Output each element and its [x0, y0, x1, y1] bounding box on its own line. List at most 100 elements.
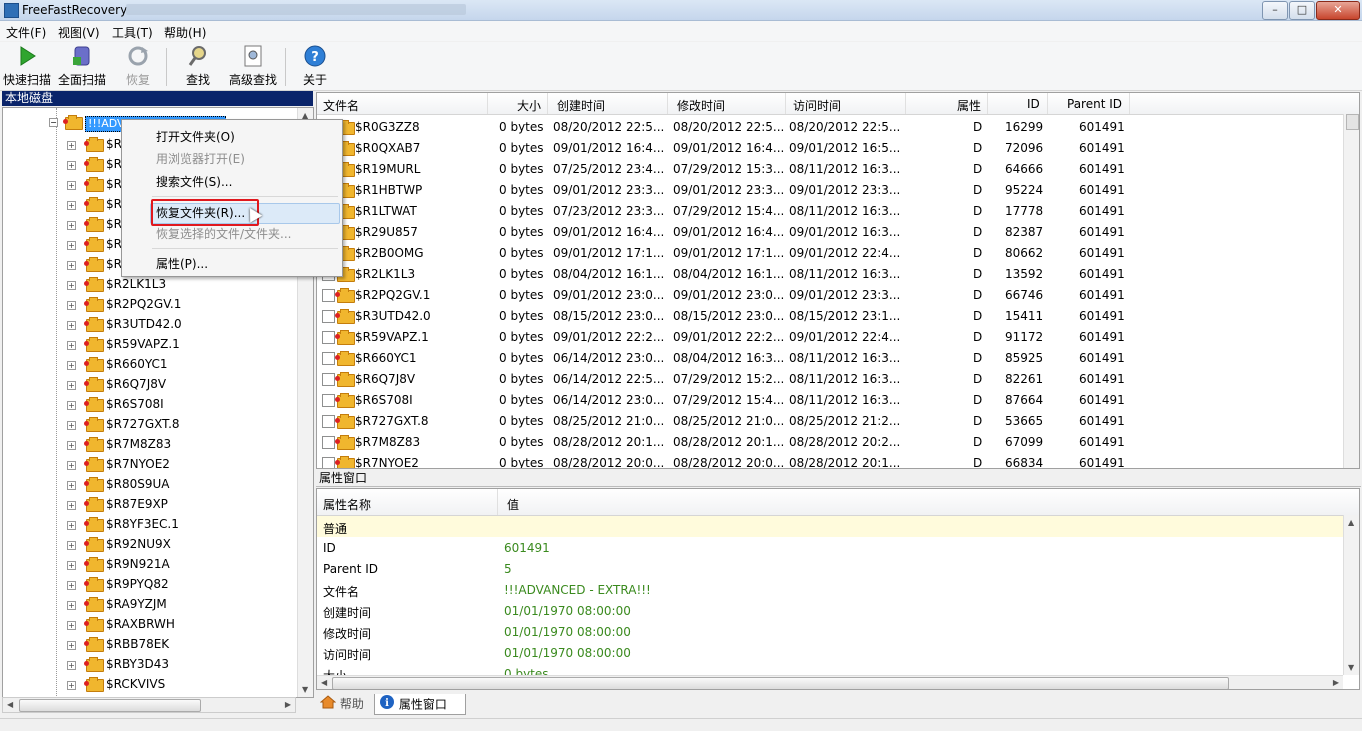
expand-toggle[interactable]: + [67, 181, 76, 190]
column-header[interactable]: 文件名 [323, 97, 359, 114]
scroll-thumb[interactable] [19, 699, 201, 712]
tab-help[interactable]: 帮助 [319, 694, 376, 714]
tree-item[interactable]: + $R92NU9X [3, 535, 298, 555]
tree-item[interactable]: + $RA9YZJM [3, 595, 298, 615]
expand-toggle[interactable]: + [67, 141, 76, 150]
expand-toggle[interactable]: + [67, 681, 76, 690]
scroll-thumb[interactable] [332, 677, 1229, 689]
ctx-open-folder[interactable]: 打开文件夹(O) [156, 128, 235, 145]
expand-toggle[interactable]: + [67, 381, 76, 390]
expand-toggle[interactable]: + [67, 241, 76, 250]
expand-toggle[interactable]: + [67, 341, 76, 350]
file-row[interactable]: $R2B0OMG 0 bytes 09/01/2012 17:1... 09/01/2… [317, 242, 1343, 263]
file-row[interactable]: $R3UTD42.0 0 bytes 08/15/2012 23:0... 08/15… [317, 305, 1343, 326]
tree-item[interactable]: + $R2LK1L3 [3, 275, 298, 295]
expand-toggle[interactable]: + [67, 161, 76, 170]
tree-item[interactable]: + $R3UTD42.0 [3, 315, 298, 335]
expand-toggle[interactable]: + [67, 481, 76, 490]
tree-horizontal-scrollbar[interactable]: ◀ ▶ [2, 697, 296, 713]
file-row[interactable]: $R7M8Z83 0 bytes 08/28/2012 20:1... 08/28/2… [317, 431, 1343, 452]
close-button[interactable]: ✕ [1316, 1, 1360, 20]
expand-toggle[interactable]: + [67, 521, 76, 530]
ctx-recover-selected[interactable]: 恢复选择的文件/文件夹... [156, 225, 292, 242]
expand-toggle[interactable]: + [67, 661, 76, 670]
advanced-find-button[interactable]: 高级查找 [226, 44, 280, 88]
menu-help[interactable]: 帮助(H) [164, 24, 206, 41]
col-property-name[interactable]: 属性名称 [323, 496, 371, 513]
file-row[interactable]: $R19MURL 0 bytes 07/25/2012 23:4... 07/29/2… [317, 158, 1343, 179]
expand-toggle[interactable]: + [67, 461, 76, 470]
column-header[interactable]: 大小 [517, 97, 541, 114]
property-row[interactable]: 修改时间 01/01/1970 08:00:00 [317, 621, 1343, 642]
expand-toggle[interactable]: + [67, 261, 76, 270]
tree-item[interactable]: + $R660YC1 [3, 355, 298, 375]
file-row[interactable]: $R0G3ZZ8 0 bytes 08/20/2012 22:5... 08/20/2… [317, 116, 1343, 137]
property-row[interactable]: 访问时间 01/01/1970 08:00:00 [317, 642, 1343, 663]
ctx-properties[interactable]: 属性(P)... [156, 255, 208, 272]
quick-scan-button[interactable]: 快速扫描 [2, 44, 52, 88]
expand-toggle[interactable]: + [67, 221, 76, 230]
tree-item[interactable]: + $R2PQ2GV.1 [3, 295, 298, 315]
row-checkbox[interactable] [322, 436, 335, 449]
tree-item[interactable]: + $R59VAPZ.1 [3, 335, 298, 355]
column-header[interactable]: 属性 [957, 97, 981, 114]
column-header[interactable]: 访问时间 [793, 97, 841, 114]
row-checkbox[interactable] [322, 457, 335, 468]
file-row[interactable]: $R2LK1L3 0 bytes 08/04/2012 16:1... 08/04/2… [317, 263, 1343, 284]
expand-toggle[interactable]: + [67, 281, 76, 290]
expand-toggle[interactable]: + [67, 301, 76, 310]
col-property-value[interactable]: 值 [507, 496, 519, 513]
property-row[interactable]: Parent ID 5 [317, 558, 1343, 579]
row-checkbox[interactable] [322, 310, 335, 323]
property-row[interactable]: 创建时间 01/01/1970 08:00:00 [317, 600, 1343, 621]
menu-view[interactable]: 视图(V) [58, 24, 100, 41]
expand-toggle[interactable]: + [67, 641, 76, 650]
row-checkbox[interactable] [322, 331, 335, 344]
tree-item[interactable]: + $R8YF3EC.1 [3, 515, 298, 535]
tree-item[interactable]: + $R7NYOE2 [3, 455, 298, 475]
ctx-search-files[interactable]: 搜索文件(S)... [156, 173, 232, 190]
menu-tools[interactable]: 工具(T) [112, 24, 153, 41]
recover-button[interactable]: 恢复 [118, 44, 158, 88]
file-row[interactable]: $R2PQ2GV.1 0 bytes 09/01/2012 23:0... 09/01… [317, 284, 1343, 305]
column-header[interactable]: Parent ID [1067, 97, 1122, 111]
row-checkbox[interactable] [322, 415, 335, 428]
column-header[interactable]: ID [1027, 97, 1040, 111]
expand-toggle[interactable]: + [67, 501, 76, 510]
expand-toggle[interactable]: + [67, 541, 76, 550]
tab-properties[interactable]: i 属性窗口 [374, 694, 466, 715]
menu-file[interactable]: 文件(F) [6, 24, 46, 41]
row-checkbox[interactable] [322, 289, 335, 302]
file-row[interactable]: $R660YC1 0 bytes 06/14/2012 23:0... 08/04/2… [317, 347, 1343, 368]
tree-item[interactable]: + $R9N921A [3, 555, 298, 575]
about-button[interactable]: ? 关于 [298, 44, 332, 88]
expand-toggle[interactable]: + [67, 621, 76, 630]
expand-toggle[interactable]: + [67, 421, 76, 430]
file-row[interactable]: $R1LTWAT 0 bytes 07/23/2012 23:3... 07/29/2… [317, 200, 1343, 221]
expand-toggle[interactable]: + [67, 561, 76, 570]
minimize-button[interactable]: – [1262, 1, 1288, 20]
file-list-vertical-scrollbar[interactable] [1343, 114, 1359, 468]
property-vertical-scrollbar[interactable]: ▲ ▼ [1343, 515, 1359, 675]
ctx-open-in-browser[interactable]: 用浏览器打开(E) [156, 150, 245, 167]
row-checkbox[interactable] [322, 373, 335, 386]
expand-toggle[interactable]: + [67, 441, 76, 450]
expand-toggle[interactable]: + [67, 401, 76, 410]
tree-item[interactable]: + $RAXBRWH [3, 615, 298, 635]
row-checkbox[interactable] [322, 394, 335, 407]
tree-item[interactable]: + $R6Q7J8V [3, 375, 298, 395]
property-row[interactable]: 文件名 !!!ADVANCED - EXTRA!!! [317, 579, 1343, 600]
file-row[interactable]: $R1HBTWP 0 bytes 09/01/2012 23:3... 09/01/2… [317, 179, 1343, 200]
column-header[interactable]: 修改时间 [677, 97, 725, 114]
tree-item[interactable]: + $RCKVIVS [3, 675, 298, 695]
file-row[interactable]: $R59VAPZ.1 0 bytes 09/01/2012 22:2... 09/01… [317, 326, 1343, 347]
scroll-thumb[interactable] [1346, 114, 1359, 130]
maximize-button[interactable]: □ [1289, 1, 1315, 20]
file-row[interactable]: $R6S708I 0 bytes 06/14/2012 23:0... 07/29/2… [317, 389, 1343, 410]
property-row[interactable]: ID 601491 [317, 537, 1343, 558]
tree-item[interactable]: + $R7M8Z83 [3, 435, 298, 455]
expand-toggle[interactable]: + [67, 361, 76, 370]
file-row[interactable]: $R6Q7J8V 0 bytes 06/14/2012 22:5... 07/29/2… [317, 368, 1343, 389]
expand-toggle[interactable]: + [67, 321, 76, 330]
tree-item[interactable]: + $R727GXT.8 [3, 415, 298, 435]
